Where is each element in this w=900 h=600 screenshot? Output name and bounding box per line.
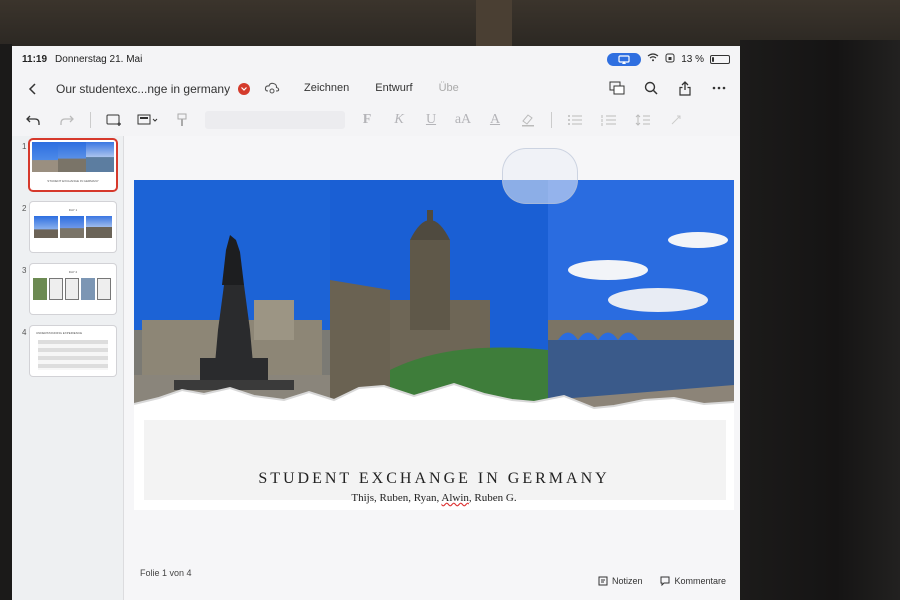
thumbnail-photo xyxy=(34,216,58,238)
more-tools-icon[interactable] xyxy=(666,110,688,130)
subtitle-names-end: , Ruben G. xyxy=(468,492,517,504)
wifi-icon xyxy=(647,53,659,65)
bottom-actions: Notizen Kommentare xyxy=(598,576,726,586)
line-spacing-icon[interactable] xyxy=(632,110,654,130)
torn-paper-decoration xyxy=(134,382,734,510)
share-icon[interactable] xyxy=(676,79,694,97)
title-actions xyxy=(608,79,728,97)
scroll-handle[interactable] xyxy=(502,148,578,204)
slide-thumbnail-1[interactable]: STUDENT EXCHANGE IN GERMANY xyxy=(30,140,116,190)
italic-button[interactable]: K xyxy=(389,112,409,128)
slide-subtitle[interactable]: Thijs, Ruben, Ryan, Alwin, Ruben G. xyxy=(134,492,734,504)
thumbnail-photo xyxy=(60,216,84,238)
tab-ueberpruefen[interactable]: Übe xyxy=(437,78,461,98)
thumbnail-number: 4 xyxy=(22,328,27,337)
thumbnail-photo-placeholder xyxy=(49,278,63,300)
thumbnail-table xyxy=(38,340,108,370)
notes-icon xyxy=(598,576,608,586)
thumbnail-caption: DAY 2 xyxy=(68,270,78,274)
thumbnail-number: 2 xyxy=(22,204,27,213)
comments-button[interactable]: Kommentare xyxy=(660,576,726,586)
thumbnail-photo xyxy=(86,216,112,238)
highlight-icon[interactable] xyxy=(517,110,539,130)
tab-zeichnen[interactable]: Zeichnen xyxy=(302,78,351,98)
status-indicators: 13 % xyxy=(607,52,730,66)
slideshow-icon[interactable] xyxy=(608,79,626,97)
status-time: 11:19 xyxy=(22,53,48,65)
title-bar: Our studentexc...nge in germany Zeichnen… xyxy=(12,72,740,106)
tablet-screen: 11:19 Donnerstag 21. Mai 13 % Our studen… xyxy=(12,46,740,600)
battery-level-fill xyxy=(712,56,714,62)
underline-button[interactable]: U xyxy=(421,112,441,128)
thumbnail-caption: UNDERSTANDING EXPERIENCE xyxy=(36,331,83,335)
sensitivity-badge-icon[interactable] xyxy=(238,83,251,95)
notes-label: Notizen xyxy=(611,576,643,586)
tab-entwurf[interactable]: Entwurf xyxy=(373,78,414,98)
subtitle-names: Thijs, Ruben, Ryan, xyxy=(351,492,442,504)
thumbnail-photo xyxy=(32,142,58,172)
slide-thumbnail-2[interactable]: DAY 1 xyxy=(30,202,116,252)
thumbnail-caption: STUDENT EXCHANGE IN GERMANY xyxy=(47,179,99,183)
redo-icon[interactable] xyxy=(56,110,78,130)
font-name-field[interactable] xyxy=(205,111,345,129)
battery-percent: 13 % xyxy=(681,53,704,65)
background-wall-detail xyxy=(476,0,512,46)
slide-1[interactable]: STUDENT EXCHANGE IN GERMANY Thijs, Ruben… xyxy=(134,180,734,510)
thumbnail-photo-placeholder xyxy=(65,278,79,300)
thumbnail-row: 1 STUDENT EXCHANGE IN GERMANY xyxy=(12,140,124,192)
thumbnail-photo-placeholder xyxy=(97,278,111,300)
comments-label: Kommentare xyxy=(674,576,726,586)
thumbnail-photo xyxy=(81,278,95,300)
orientation-lock-icon xyxy=(665,53,675,66)
screen-mirroring-icon[interactable] xyxy=(607,52,642,66)
status-bar: 11:19 Donnerstag 21. Mai 13 % xyxy=(12,46,740,72)
cloud-sync-icon[interactable] xyxy=(264,81,280,97)
document-title[interactable]: Our studentexc...nge in germany xyxy=(56,82,230,96)
slide-title[interactable]: STUDENT EXCHANGE IN GERMANY xyxy=(134,470,734,488)
format-painter-icon[interactable] xyxy=(171,110,193,130)
thumbnail-row: 3 DAY 2 xyxy=(12,264,124,316)
thumbnail-number: 3 xyxy=(22,266,27,275)
ribbon-tabs: Zeichnen Entwurf Übe xyxy=(302,78,461,98)
battery-icon xyxy=(710,54,730,64)
comments-icon xyxy=(660,576,670,586)
search-icon[interactable] xyxy=(642,79,660,97)
new-slide-icon[interactable] xyxy=(103,110,125,130)
font-size-button[interactable]: aA xyxy=(453,112,473,128)
toolbar-divider xyxy=(90,112,91,128)
format-toolbar: F K U aA A xyxy=(12,106,740,134)
back-button[interactable] xyxy=(22,79,42,99)
tablet-bezel-left xyxy=(0,44,12,600)
slide-canvas[interactable]: STUDENT EXCHANGE IN GERMANY Thijs, Ruben… xyxy=(124,136,740,600)
slide-thumbnail-4[interactable]: UNDERSTANDING EXPERIENCE xyxy=(30,326,116,376)
thumbnail-photo xyxy=(86,142,114,172)
bullet-list-icon[interactable] xyxy=(564,110,586,130)
thumbnail-photo xyxy=(58,142,86,172)
slide-thumbnail-3[interactable]: DAY 2 xyxy=(30,264,116,314)
spellcheck-flagged-word[interactable]: Alwin xyxy=(441,492,469,504)
tablet-bezel-right xyxy=(740,40,900,600)
bold-button[interactable]: F xyxy=(357,112,377,128)
slide-thumbnail-panel: 1 STUDENT EXCHANGE IN GERMANY 2 DAY 1 3 … xyxy=(12,136,124,600)
status-date: Donnerstag 21. Mai xyxy=(55,53,143,65)
font-color-button[interactable]: A xyxy=(485,112,505,128)
thumbnail-photo xyxy=(33,278,47,300)
more-options-icon[interactable] xyxy=(710,79,728,97)
numbered-list-icon[interactable] xyxy=(598,110,620,130)
toolbar-divider xyxy=(551,112,552,128)
thumbnail-number: 1 xyxy=(22,142,27,151)
undo-icon[interactable] xyxy=(22,110,44,130)
slide-counter: Folie 1 von 4 xyxy=(140,568,192,578)
notes-button[interactable]: Notizen xyxy=(598,576,643,586)
layout-dropdown-icon[interactable] xyxy=(137,110,159,130)
thumbnail-row: 2 DAY 1 xyxy=(12,202,124,254)
thumbnail-caption: DAY 1 xyxy=(68,208,78,212)
thumbnail-row: 4 UNDERSTANDING EXPERIENCE xyxy=(12,326,124,378)
